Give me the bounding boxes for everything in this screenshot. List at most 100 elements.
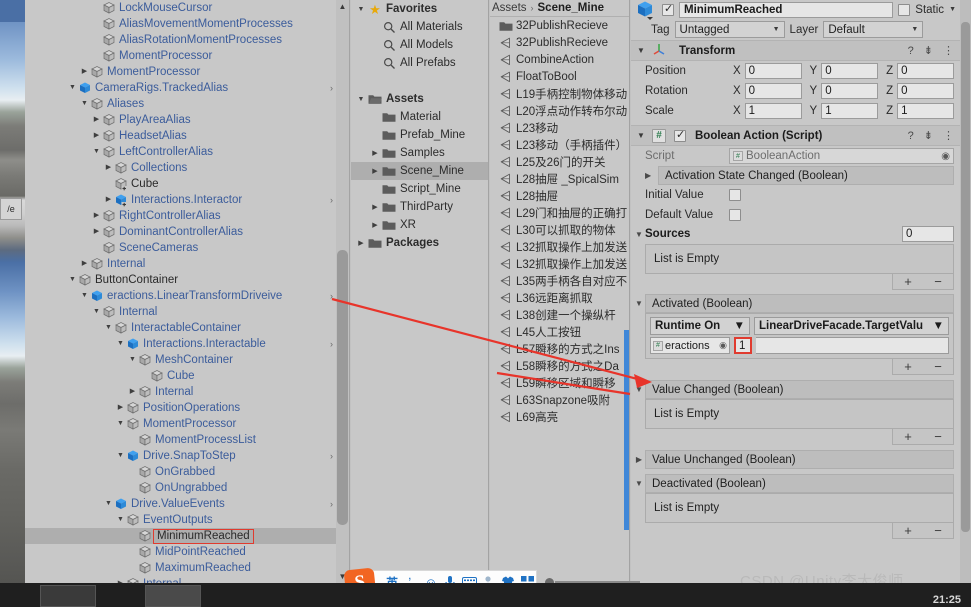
hierarchy-row[interactable]: ▶LockMouseCursor [25,0,349,16]
hierarchy-row[interactable]: ▼ Drive.ValueEvents › [25,496,349,512]
remove-button[interactable]: − [934,524,942,537]
asset-list-item[interactable]: L28抽屉 _SpicalSim [490,170,629,187]
project-tree-item[interactable]: ▶ Samples [351,144,488,162]
hierarchy-row[interactable]: ▼ CameraRigs.TrackedAlias › [25,80,349,96]
foldout-icon[interactable]: ▼ [79,288,90,304]
foldout-icon[interactable]: ▶ [369,167,381,175]
foldout-icon[interactable]: ▶ [115,576,126,583]
hierarchy-row[interactable]: ▼ LeftControllerAlias [25,144,349,160]
foldout-icon[interactable]: ▼ [67,272,78,288]
asset-list-item[interactable]: L28抽屉 [490,187,629,204]
scroll-up-icon[interactable]: ▲ [336,0,349,13]
foldout-icon[interactable]: ▼ [633,294,645,313]
project-tree-item[interactable]: ▶All Models [351,36,488,54]
remove-button[interactable]: − [934,360,942,373]
scrollbar-thumb[interactable] [337,250,348,525]
asset-list-item[interactable]: 32PublishRecieve [490,34,629,51]
hierarchy-row[interactable]: ▶Cube [25,176,349,192]
project-tree-item[interactable]: ▶Prefab_Mine [351,126,488,144]
foldout-icon[interactable]: ▼ [115,336,126,352]
asset-list-item[interactable]: L36远距离抓取 [490,289,629,306]
hierarchy-row[interactable]: ▶ DominantControllerAlias [25,224,349,240]
foldout-icon[interactable]: ▶ [355,239,367,247]
hierarchy-row[interactable]: ▶MinimumReached [25,528,349,544]
hierarchy-row[interactable]: ▶AliasMovementMomentProcesses [25,16,349,32]
remove-button[interactable]: − [934,275,942,288]
add-button[interactable]: + [904,360,912,373]
hierarchy-row[interactable]: ▶ Interactions.Interactor › [25,192,349,208]
hierarchy-row[interactable]: ▼ Internal [25,304,349,320]
hierarchy-row[interactable]: ▶MaximumReached [25,560,349,576]
prefab-open-icon[interactable]: › [330,339,333,349]
foldout-icon[interactable]: ▼ [633,474,645,493]
asset-list-item[interactable]: L23移动 [490,119,629,136]
asset-list-item[interactable]: L23移动（手柄插件） [490,136,629,153]
method-dropdown[interactable]: LinearDriveFacade.TargetValu ▼ [754,317,949,335]
object-picker-icon[interactable]: ◉ [719,340,727,351]
foldout-icon[interactable]: ▼ [91,144,102,160]
hierarchy-row[interactable]: ▶ Collections [25,160,349,176]
more-menu-icon[interactable]: ⋮ [943,129,954,142]
asset-list-item[interactable]: L32抓取操作上加发送 [490,255,629,272]
scrollbar-thumb[interactable] [961,22,970,532]
hierarchy-row[interactable]: ▼ MeshContainer [25,352,349,368]
breadcrumb-root[interactable]: Assets [492,2,527,14]
foldout-icon[interactable]: ▼ [91,304,102,320]
foldout-icon[interactable]: ▶ [91,112,102,128]
prefab-open-icon[interactable]: › [330,499,333,509]
hierarchy-row[interactable]: ▶Cube [25,368,349,384]
foldout-icon[interactable]: ▼ [633,380,645,399]
preset-icon[interactable]: ⇟ [924,44,933,57]
prefab-open-icon[interactable]: › [330,195,333,205]
asset-list-item[interactable]: L35两手柄各自对应不 [490,272,629,289]
object-picker-icon[interactable]: ◉ [941,151,950,162]
project-tree-item[interactable]: ▶ XR [351,216,488,234]
position-y-field[interactable]: 0 [821,63,879,79]
prefab-open-icon[interactable]: › [330,451,333,461]
asset-list-item[interactable]: L58瞬移的方式之Da [490,357,629,374]
position-z-field[interactable]: 0 [897,63,954,79]
hierarchy-row[interactable]: ▼ InteractableContainer [25,320,349,336]
hierarchy-row[interactable]: ▶SceneCameras [25,240,349,256]
hierarchy-row[interactable]: ▼ eractions.LinearTransformDriveive › [25,288,349,304]
position-x-field[interactable]: 0 [744,63,802,79]
foldout-icon[interactable]: ▶ [79,256,90,272]
foldout-icon[interactable]: ▶ [91,224,102,240]
transform-component-header[interactable]: ▼ Transform ? ⇟ ⋮ [631,40,960,61]
hierarchy-row[interactable]: ▶OnGrabbed [25,464,349,480]
foldout-icon[interactable]: ▶ [115,400,126,416]
project-tree-item[interactable]: ▶ ThirdParty [351,198,488,216]
layer-dropdown[interactable]: Default ▼ [823,21,924,38]
scale-x-field[interactable]: 1 [744,103,802,119]
project-tree-item[interactable]: ▶Material [351,108,488,126]
gameobject-enabled-checkbox[interactable] [662,2,674,16]
unity-event-header[interactable]: Value Changed (Boolean) [645,380,954,399]
taskbar-preview-2[interactable] [145,585,201,607]
hierarchy-row[interactable]: ▶ Internal [25,384,349,400]
asset-list-item[interactable]: L57瞬移的方式之Ins [490,340,629,357]
rotation-y-field[interactable]: 0 [821,83,879,99]
foldout-icon[interactable]: ▼ [635,131,647,140]
rotation-x-field[interactable]: 0 [744,83,802,99]
foldout-icon[interactable]: ▼ [633,230,645,239]
foldout-icon[interactable]: ▼ [67,80,78,96]
asset-list-item[interactable]: CombineAction [490,51,629,68]
foldout-icon[interactable]: ▶ [633,450,645,469]
foldout-icon[interactable]: ▼ [115,512,126,528]
asset-list-item[interactable]: L38创建一个操纵杆 [490,306,629,323]
sources-count-field[interactable]: 0 [902,226,954,242]
hierarchy-row[interactable]: ▼ EventOutputs [25,512,349,528]
asset-list-item[interactable]: L25及26门的开关 [490,153,629,170]
help-icon[interactable]: ? [908,45,914,57]
foldout-icon[interactable]: ▶ [369,221,381,229]
remove-button[interactable]: − [934,430,942,443]
breadcrumb-current[interactable]: Scene_Mine [538,2,604,14]
project-tree-item[interactable]: ▶ Packages [351,234,488,252]
foldout-icon[interactable]: ▼ [103,496,114,512]
taskbar-preview-1[interactable] [40,585,96,607]
unity-event-header[interactable]: Activated (Boolean) [645,294,954,313]
asset-list-item[interactable]: L59瞬移区域和瞬移 [490,374,629,391]
hierarchy-scrollbar[interactable]: ▲ ▼ [336,0,349,583]
asset-list-item[interactable]: L20浮点动作转布尔动 [490,102,629,119]
rotation-z-field[interactable]: 0 [897,83,954,99]
